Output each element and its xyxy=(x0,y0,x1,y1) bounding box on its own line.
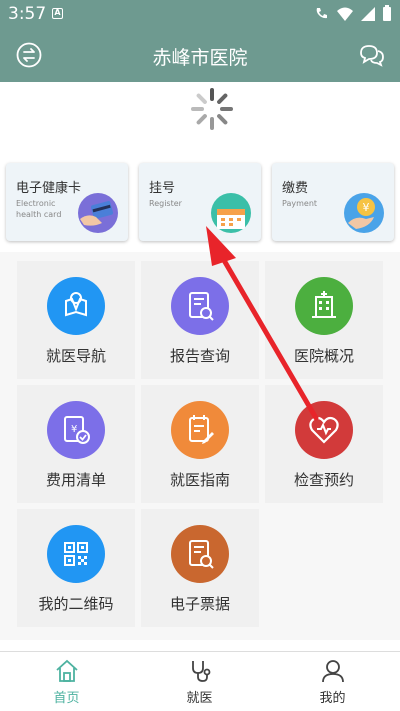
report-search-icon xyxy=(171,277,229,335)
tab-label: 就医 xyxy=(186,691,213,706)
tab-label: 首页 xyxy=(53,691,80,706)
bottom-tab-bar: 首页 就医 我的 xyxy=(0,651,400,710)
function-grid: 就医导航 报告查询 医院概况 ¥ 费用清单 就医指南 检查预约 我的二维码 电子… xyxy=(0,252,400,640)
tab-home[interactable]: 首页 xyxy=(0,652,133,711)
hospital-building-icon xyxy=(295,277,353,335)
card-subtitle: Electronic health card xyxy=(16,199,62,219)
status-bar: 3:57 A xyxy=(0,0,400,28)
svg-text:¥: ¥ xyxy=(71,424,77,435)
tile-label: 就医指南 xyxy=(169,471,230,489)
tile-hospital-overview[interactable]: 医院概况 xyxy=(265,261,383,379)
loading-spinner-icon xyxy=(191,88,233,130)
tile-exam-appointment[interactable]: 检查预约 xyxy=(265,385,383,503)
home-icon xyxy=(56,659,78,682)
card-subtitle: Register xyxy=(149,199,182,208)
tile-label: 我的二维码 xyxy=(38,595,114,613)
tile-label: 电子票据 xyxy=(169,595,230,613)
calendar-icon xyxy=(211,193,251,233)
tab-label: 我的 xyxy=(319,691,346,706)
card-health-card[interactable]: 电子健康卡 Electronic health card xyxy=(6,163,128,241)
tile-medical-guide[interactable]: 就医指南 xyxy=(141,385,259,503)
tile-my-qr-code[interactable]: 我的二维码 xyxy=(17,509,135,627)
tile-navigation[interactable]: 就医导航 xyxy=(17,261,135,379)
tile-label: 医院概况 xyxy=(293,347,354,365)
notification-a-icon: A xyxy=(52,8,63,19)
card-title: 电子健康卡 xyxy=(16,181,82,196)
tile-label: 就医导航 xyxy=(45,347,106,365)
health-card-icon xyxy=(78,193,118,233)
card-payment[interactable]: 缴费 Payment ¥ xyxy=(272,163,394,241)
status-time: 3:57 xyxy=(8,4,47,24)
chat-bubbles-icon[interactable] xyxy=(358,42,386,68)
app-header: 赤峰市医院 xyxy=(0,28,400,82)
card-title: 挂号 xyxy=(149,181,176,196)
tile-label: 报告查询 xyxy=(169,347,230,365)
card-subtitle: Payment xyxy=(282,199,318,208)
e-receipt-icon xyxy=(171,525,229,583)
tile-e-receipt[interactable]: 电子票据 xyxy=(141,509,259,627)
page-title: 赤峰市医院 xyxy=(152,47,248,69)
status-icons xyxy=(314,5,392,22)
battery-icon xyxy=(383,5,391,21)
tile-label: 费用清单 xyxy=(45,471,106,489)
quick-cards: 电子健康卡 Electronic health card 挂号 Register… xyxy=(0,158,400,248)
tile-expense-list[interactable]: ¥ 费用清单 xyxy=(17,385,135,503)
stethoscope-icon xyxy=(192,661,211,682)
guide-icon xyxy=(171,401,229,459)
tab-medical[interactable]: 就医 xyxy=(133,652,266,711)
tile-report-query[interactable]: 报告查询 xyxy=(141,261,259,379)
user-icon xyxy=(322,660,344,683)
card-register[interactable]: 挂号 Register xyxy=(139,163,261,241)
tab-mine[interactable]: 我的 xyxy=(266,652,399,711)
signal-icon xyxy=(361,6,375,21)
qr-code-icon xyxy=(47,525,105,583)
heart-appointment-icon xyxy=(295,401,353,459)
map-navigation-icon xyxy=(47,277,105,335)
card-title: 缴费 xyxy=(282,181,309,196)
call-wifi-icon xyxy=(316,7,327,18)
expense-list-icon: ¥ xyxy=(47,401,105,459)
payment-icon: ¥ xyxy=(344,193,384,233)
tile-label: 检查预约 xyxy=(293,471,354,489)
svg-text:¥: ¥ xyxy=(363,201,370,214)
wifi-icon xyxy=(337,7,353,21)
